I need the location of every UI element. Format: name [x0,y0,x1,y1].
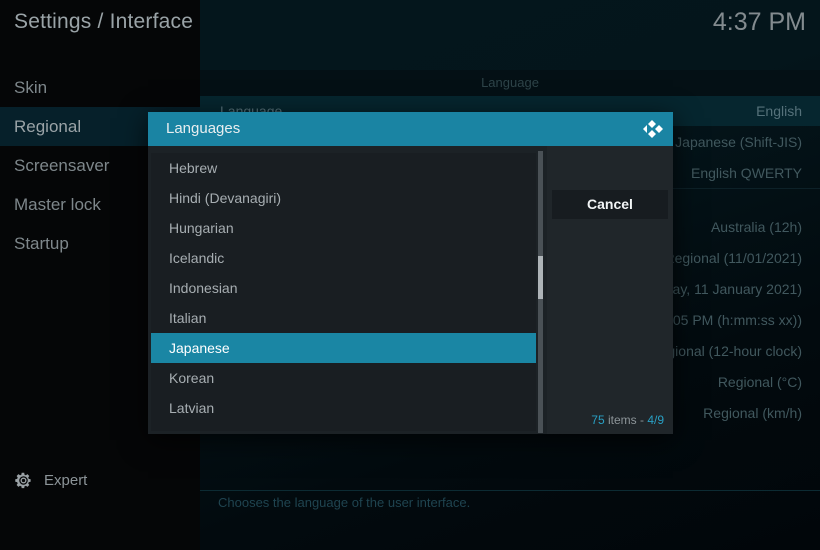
item-count-total: 75 [591,413,605,427]
description-divider [200,490,820,491]
dialog-body: Hebrew Hindi (Devanagiri) Hungarian Iceland… [148,146,673,434]
item-count-position: 4/9 [647,413,664,427]
setting-value: egional (12-hour clock) [659,343,802,359]
dialog-title: Languages [166,120,241,137]
language-list-item[interactable]: Hebrew [151,153,536,183]
setting-value: Regional (11/01/2021) [664,250,802,266]
gear-icon [14,471,33,490]
item-count-status: 75 items - 4/9 [591,413,664,427]
language-list[interactable]: Hebrew Hindi (Devanagiri) Hungarian Iceland… [151,153,536,431]
dialog-header: Languages [148,112,673,146]
setting-value: Australia (12h) [710,219,802,235]
languages-dialog: Languages Hebrew Hindi (Devanagiri) Hungar… [148,112,673,434]
settings-level-label: Expert [44,472,88,489]
settings-group-title: Language [200,70,820,96]
dialog-side-panel: Cancel 75 items - 4/9 [547,146,673,434]
language-list-item[interactable]: Japanese [151,333,536,363]
setting-description: Chooses the language of the user interfa… [218,495,471,510]
language-list-item[interactable]: Korean [151,363,536,393]
language-list-item[interactable]: Italian [151,303,536,333]
setting-value: 7:05 PM (h:mm:ss xx)) [661,312,802,328]
item-count-separator: items - [604,413,648,427]
language-list-item[interactable]: Hindi (Devanagiri) [151,183,536,213]
language-list-item[interactable]: Indonesian [151,273,536,303]
kodi-settings-screen: Settings / Interface 4:37 PM Language La… [0,0,820,550]
language-list-item[interactable]: Latvian [151,393,536,423]
setting-value: nday, 11 January 2021) [656,281,802,297]
setting-value: Regional (°C) [717,374,802,390]
language-list-item[interactable]: Icelandic [151,243,536,273]
setting-value: Japanese (Shift-JIS) [675,134,802,150]
page-title: Settings / Interface [14,10,194,33]
setting-value: Regional (km/h) [703,405,802,421]
cancel-button[interactable]: Cancel [552,190,668,219]
clock: 4:37 PM [712,8,806,36]
setting-value: English QWERTY [691,165,802,181]
list-scrollbar-thumb[interactable] [538,256,543,299]
language-list-item[interactable]: Hungarian [151,213,536,243]
sidebar-item[interactable]: Skin [0,68,200,107]
setting-value: English [756,103,802,119]
settings-level-button[interactable]: Expert [14,471,87,490]
kodi-logo-icon [641,119,663,139]
